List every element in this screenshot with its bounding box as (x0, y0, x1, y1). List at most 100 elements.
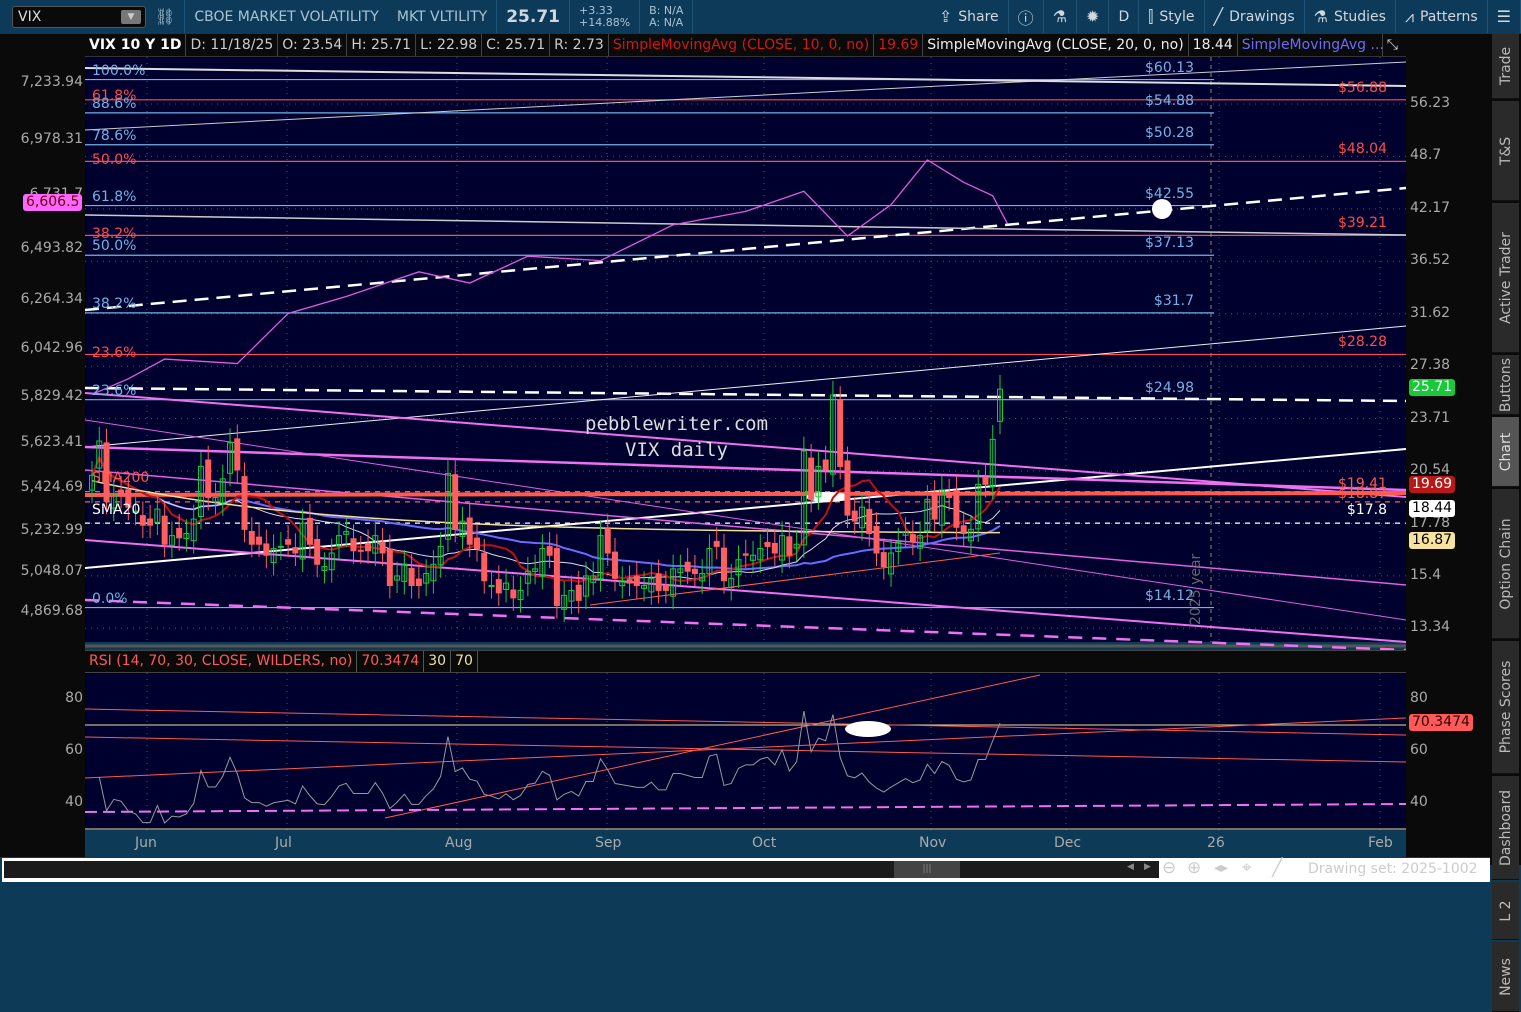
price-axis-tick: 36.52 (1410, 252, 1451, 269)
sidebar-tab-t-s[interactable]: T&S (1492, 101, 1519, 201)
spx-axis-tick: 6,978.31 (20, 131, 83, 148)
fib-pct-label: 61.8% (92, 188, 137, 205)
sidebar-tab-phase-scores[interactable]: Phase Scores (1492, 641, 1519, 774)
rsi-overbought: 70 (451, 651, 478, 672)
date-axis-tick: Aug (445, 835, 473, 851)
candle-body (473, 537, 480, 550)
sidebar-tab-label: Buttons (1497, 357, 1514, 412)
level-label: $18.87 (1338, 485, 1387, 502)
candle-body (365, 543, 372, 552)
fib-price-label: $28.28 (1338, 334, 1387, 351)
sidebar-tab-chart[interactable]: Chart (1492, 417, 1519, 487)
sidebar-tab-news[interactable]: News (1492, 942, 1519, 1012)
crosshair-icon[interactable]: ⌖ (1242, 858, 1252, 878)
candle-body (147, 518, 154, 526)
candle-body (234, 438, 241, 471)
candle-body (742, 553, 749, 556)
badge-sma20: 18.44 (1409, 500, 1456, 517)
fib-pct-label: 61.8% (92, 87, 137, 104)
candle-body (880, 552, 887, 568)
patterns-icon: ⩘ (1404, 6, 1414, 26)
fib-pct-label: 0.0% (92, 590, 128, 607)
candle-body (851, 510, 858, 522)
candle-body (786, 536, 793, 556)
zoom-in-icon[interactable]: ⊕ (1187, 858, 1201, 878)
toolbar-button-menu-icon[interactable]: ☰ (1488, 0, 1521, 33)
rsi-axis-tick: 60 (1410, 742, 1428, 758)
sidebar-tab-option-chain[interactable]: Option Chain (1492, 489, 1519, 639)
candle-body (575, 584, 582, 601)
marker-dot (845, 721, 891, 737)
candle-body (953, 490, 960, 528)
candle-body (626, 579, 633, 584)
price-axis-tick: 48.7 (1410, 147, 1442, 164)
sidebar-tab-buttons[interactable]: Buttons (1492, 355, 1519, 415)
candle-body (408, 567, 415, 587)
scroll-left-icon[interactable]: ◀ (1127, 862, 1134, 872)
scroll-track[interactable] (4, 861, 1159, 878)
sidebar-tab-label: News (1497, 957, 1514, 996)
candle-body (655, 573, 662, 591)
marker-dot (1152, 199, 1172, 219)
candle-body (205, 459, 212, 498)
sma200-label: SMA200 (92, 470, 150, 486)
rsi-axis-tick: 80 (1410, 690, 1428, 706)
rsi-study-label[interactable]: RSI (14, 70, 30, CLOSE, WILDERS, no) (85, 651, 358, 672)
sma20-label: SMA20 (92, 502, 141, 518)
right-sidebar: Trade T&S Active Trader Buttons Chart Option … (1490, 34, 1521, 1012)
price-axis-tick: 15.4 (1410, 566, 1442, 583)
rsi-value: 70.3474 (357, 651, 425, 672)
candle-body (415, 578, 422, 587)
fib-pct-label: 23.6% (92, 345, 137, 362)
spx-axis-tick: 6,493.82 (20, 239, 83, 256)
price-axis-tick: 56.23 (1410, 95, 1451, 111)
zoom-out-icon[interactable]: ⊖ (1162, 858, 1176, 878)
price-axis-tick: 31.62 (1410, 304, 1451, 321)
scroll-right-icon[interactable]: ▶ (1144, 862, 1151, 872)
candle-body (118, 489, 125, 497)
sidebar-tab-l-2[interactable]: L 2 (1492, 882, 1519, 940)
toolbar-button-patterns[interactable]: ⩘ Patterns (1396, 0, 1488, 33)
sidebar-tab-label: Dashboard (1497, 789, 1514, 866)
rsi-header: RSI (14, 70, 30, CLOSE, WILDERS, no) 70.… (85, 650, 1406, 673)
sidebar-tab-label: Option Chain (1497, 517, 1514, 610)
drawing-tool-icon[interactable]: ╱ (1272, 858, 1282, 878)
watermark-line2: VIX daily (625, 439, 728, 461)
sidebar-tab-dashboard[interactable]: Dashboard (1492, 776, 1519, 880)
badge-sma10: 19.69 (1409, 476, 1456, 493)
sidebar-tab-label: Phase Scores (1497, 660, 1514, 754)
time-scrollbar[interactable]: ||| ◀ ▶ ⊖ ⊕ ◂▸ ⌖ ╱ Drawing set: 2025-100… (2, 858, 1490, 882)
sidebar-tab-trade[interactable]: Trade (1492, 34, 1519, 99)
candle-body (553, 548, 560, 606)
candle-body (604, 528, 611, 554)
candle-body (452, 474, 459, 530)
fib-pct-label: 38.2% (92, 295, 137, 312)
fit-icon[interactable]: ◂▸ (1214, 860, 1228, 876)
fib-pct-label: 38.2% (92, 226, 137, 243)
fib-price-label: $31.7 (1153, 292, 1194, 309)
fib-price-label: $42.55 (1145, 185, 1194, 202)
fib-price-label: $54.88 (1145, 92, 1194, 109)
sidebar-tab-active-trader[interactable]: Active Trader (1492, 203, 1519, 353)
price-axis-tick: 13.34 (1410, 619, 1451, 636)
price-axis-tick: 42.17 (1410, 199, 1451, 216)
badge-sma50: 16.87 (1409, 532, 1456, 549)
price-axis-tick: 27.38 (1410, 357, 1451, 374)
sidebar-tab-label: Trade (1497, 46, 1514, 86)
rsi-axis-tick: 60 (65, 742, 83, 758)
spx-axis-tick: 6,042.96 (20, 340, 83, 357)
candle-body (285, 539, 292, 545)
rsi-oversold: 30 (424, 651, 452, 672)
drawing-set[interactable]: Drawing set: 2025-1002 (1308, 861, 1478, 877)
candle-body (466, 517, 473, 545)
fib-pct-label: 50.0% (92, 152, 137, 169)
sidebar-tab-label: T&S (1497, 136, 1514, 165)
candle-body (161, 515, 168, 545)
year-label: 2025 year (1188, 553, 1204, 625)
fib-price-label: $39.21 (1338, 215, 1387, 232)
sidebar-tab-label: Chart (1497, 432, 1514, 471)
candle-body (633, 575, 640, 587)
rsi-axis-tick: 40 (65, 794, 83, 810)
scroll-thumb[interactable]: ||| (894, 861, 960, 878)
candle-body (481, 552, 488, 582)
